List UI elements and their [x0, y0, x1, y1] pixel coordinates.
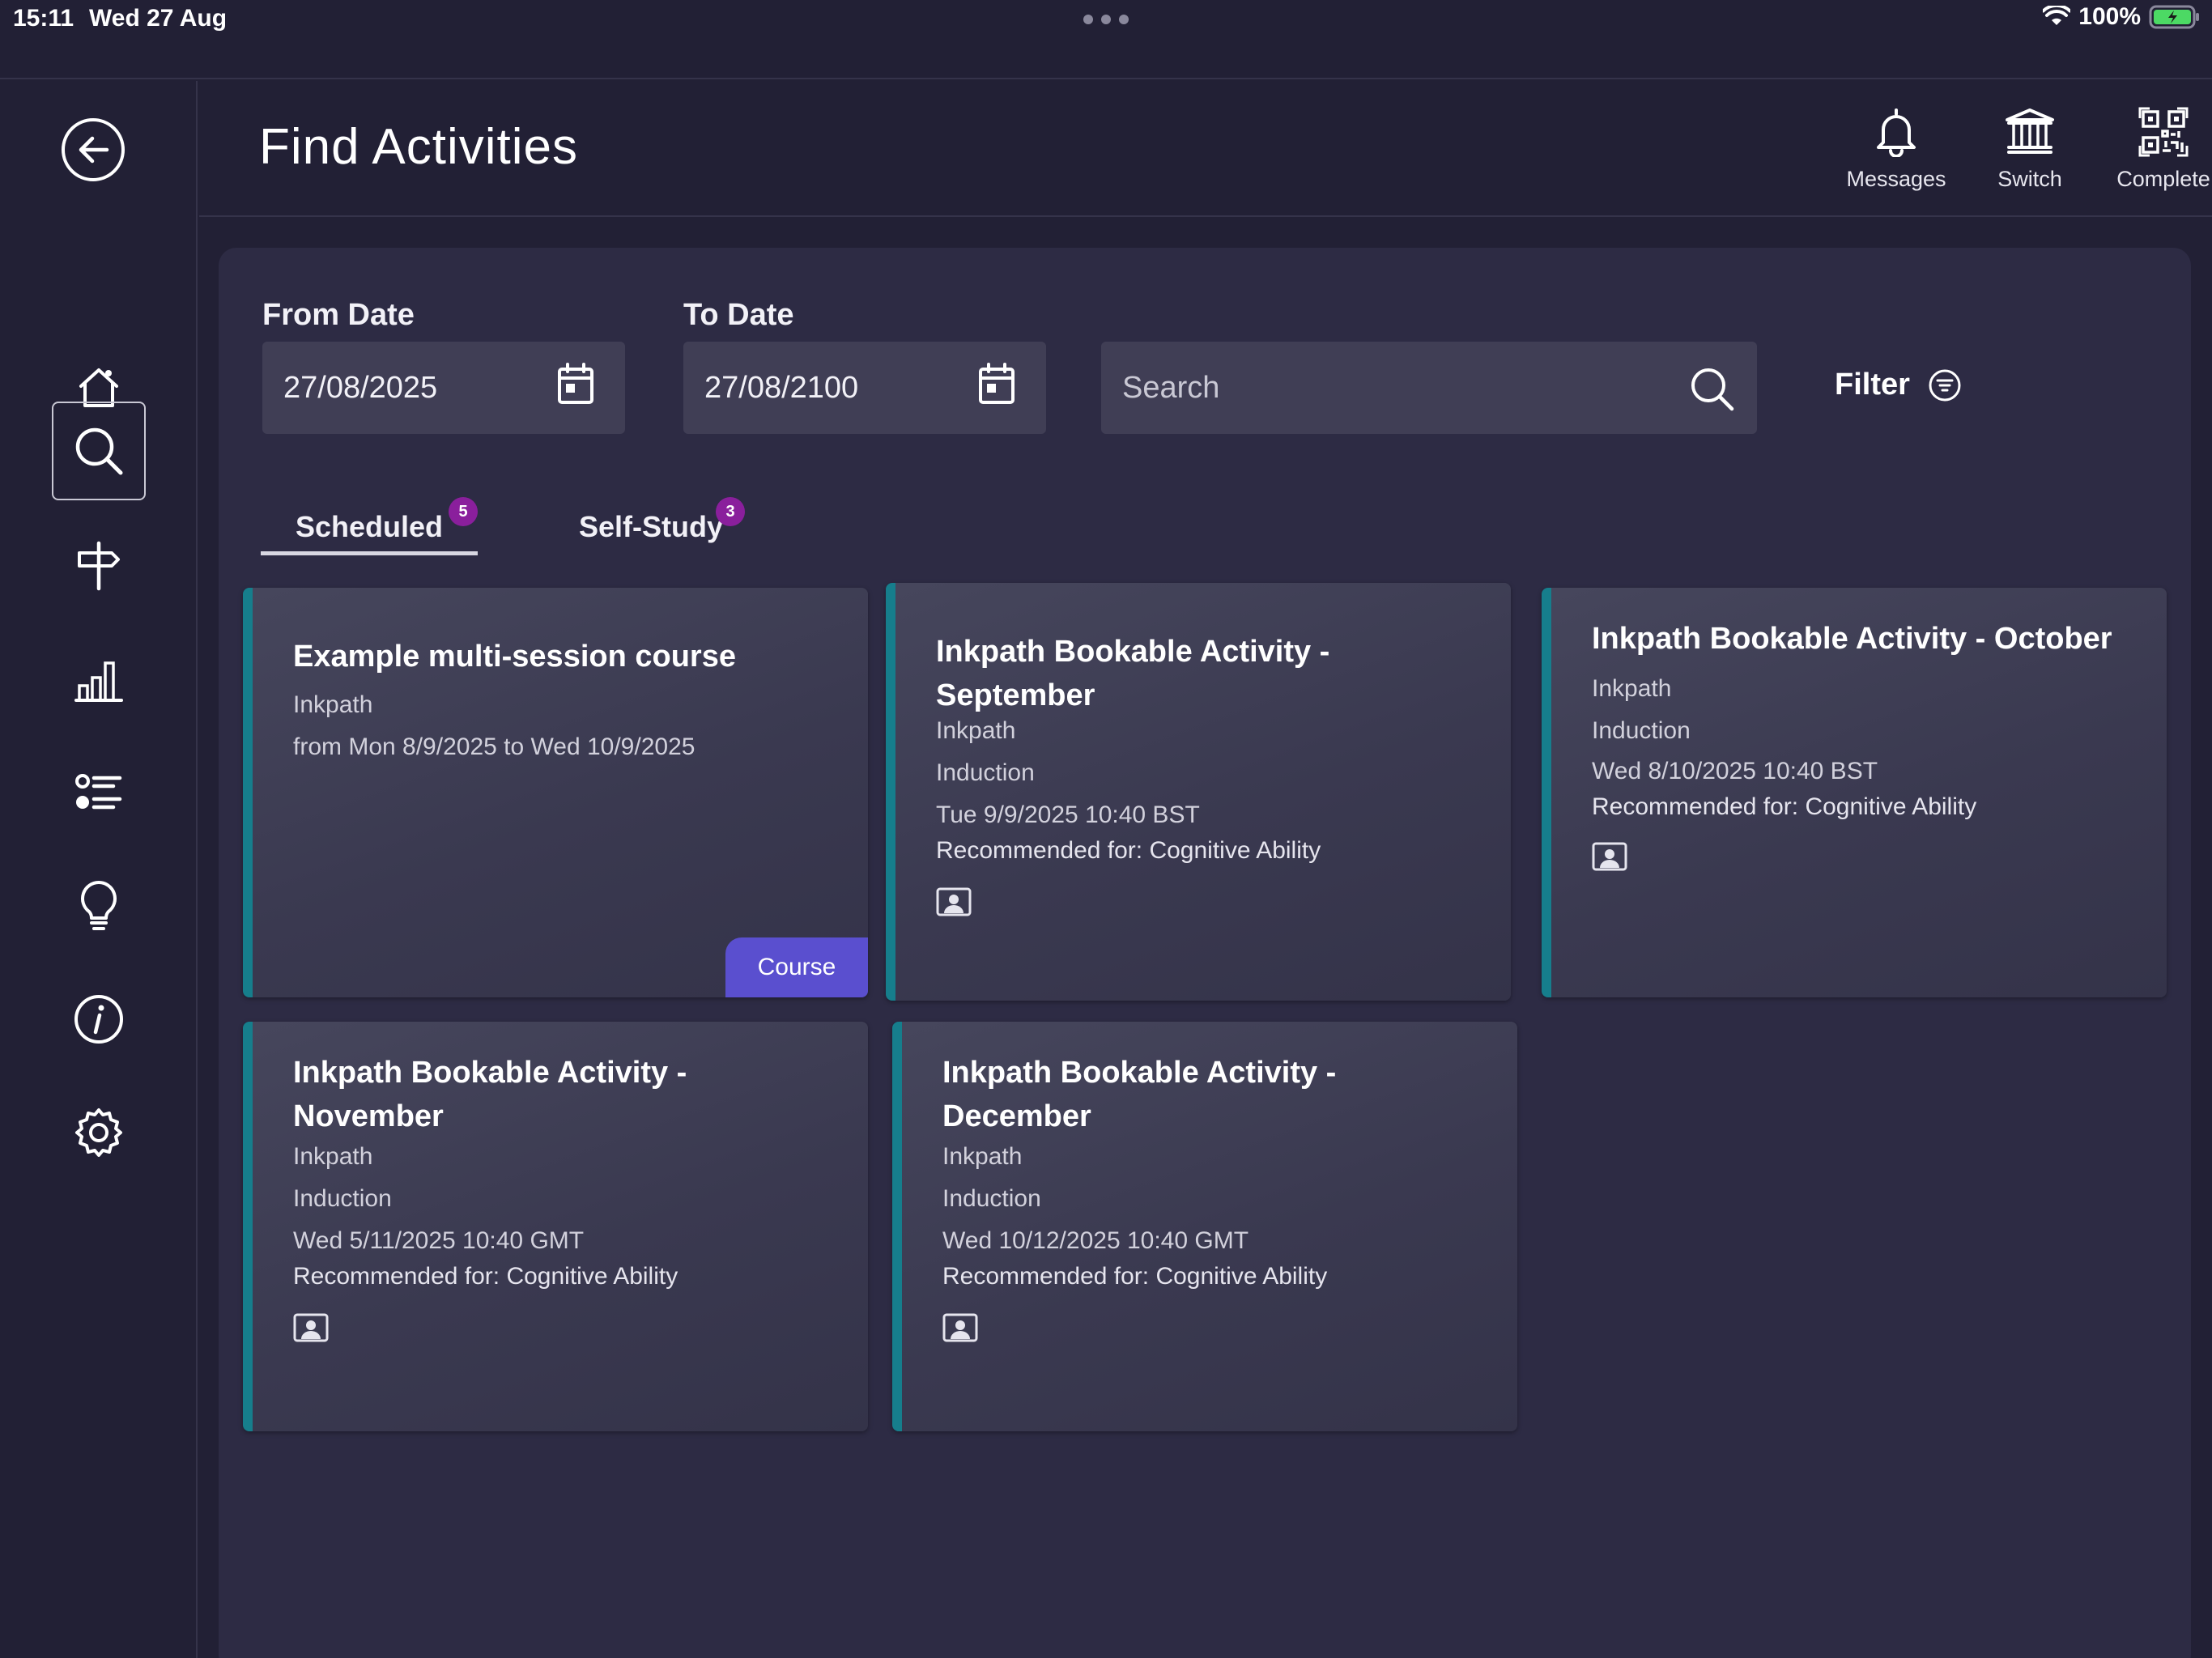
card-title: Inkpath Bookable Activity - October [1592, 622, 2112, 656]
card-dates: from Mon 8/9/2025 to Wed 10/9/2025 [293, 733, 696, 760]
bar-chart-icon [74, 661, 123, 702]
sidebar-item-ideas[interactable] [52, 857, 146, 955]
sidebar-item-settings[interactable] [52, 1083, 146, 1182]
scheduled-count-badge: 5 [449, 497, 478, 526]
activity-card[interactable]: Example multi-session course Inkpath fro… [243, 588, 868, 997]
card-category: Induction [293, 1185, 392, 1212]
activity-card[interactable]: Inkpath Bookable Activity - December Ink… [892, 1022, 1517, 1431]
filter-button[interactable]: Filter [1835, 368, 1962, 402]
calendar-icon[interactable] [557, 363, 594, 405]
card-recommended: Recommended for: Cognitive Ability [936, 837, 1321, 864]
in-person-icon [942, 1313, 978, 1342]
status-bar: 15:11 Wed 27 Aug 100% [0, 0, 2212, 79]
card-title: Example multi-session course [293, 640, 736, 674]
card-category: Induction [1592, 717, 1691, 744]
page-header: Find Activities Messages Switch Complete [199, 81, 2212, 217]
page-title: Find Activities [259, 119, 579, 175]
activity-card[interactable]: Inkpath Bookable Activity - September In… [886, 583, 1511, 1001]
tab-scheduled[interactable]: Scheduled 5 [261, 497, 478, 555]
wifi-icon [2043, 6, 2071, 25]
messages-label: Messages [1846, 167, 1946, 191]
sidebar-item-stats[interactable] [52, 630, 146, 729]
complete-label: Complete [2116, 167, 2210, 191]
to-date-input[interactable]: 27/08/2100 [683, 342, 1046, 434]
card-provider: Inkpath [1592, 675, 1672, 702]
back-arrow-icon [62, 118, 125, 181]
tab-self-study[interactable]: Self-Study 3 [546, 497, 756, 555]
status-date: Wed 27 Aug [89, 5, 228, 32]
card-category: Induction [942, 1185, 1041, 1212]
course-tag: Course [725, 937, 868, 997]
switch-button[interactable]: Switch [1961, 107, 2099, 192]
switch-label: Switch [1997, 167, 2062, 191]
card-datetime: Wed 5/11/2025 10:40 GMT [293, 1227, 585, 1254]
card-title: Inkpath Bookable Activity - November [293, 1056, 687, 1133]
self-study-count-badge: 3 [716, 497, 745, 526]
search-icon [75, 427, 123, 475]
bell-icon [1877, 108, 1916, 157]
tab-self-study-label: Self-Study [578, 510, 723, 543]
activity-card[interactable]: Inkpath Bookable Activity - November Ink… [243, 1022, 868, 1431]
complete-button[interactable]: Complete [2095, 107, 2212, 192]
to-date-label: To Date [683, 298, 794, 332]
card-datetime: Tue 9/9/2025 10:40 BST [936, 801, 1200, 828]
card-provider: Inkpath [293, 691, 373, 718]
battery-percent: 100% [2078, 3, 2141, 30]
sidebar-item-list[interactable] [52, 743, 146, 842]
filter-label: Filter [1835, 368, 1910, 402]
list-icon [75, 774, 122, 810]
signpost-icon [78, 541, 120, 591]
sidebar [0, 81, 198, 1658]
card-datetime: Wed 10/12/2025 10:40 GMT [942, 1227, 1249, 1254]
card-title: Inkpath Bookable Activity - September [936, 635, 1330, 712]
gear-icon [75, 1108, 122, 1157]
activities-panel: From Date 27/08/2025 To Date 27/08/2100 … [219, 248, 2191, 1658]
info-icon [74, 995, 123, 1044]
search-icon[interactable] [1689, 366, 1734, 411]
card-provider: Inkpath [293, 1143, 373, 1170]
tab-scheduled-label: Scheduled [295, 510, 444, 543]
sidebar-item-info[interactable] [52, 970, 146, 1069]
battery-icon [2149, 5, 2199, 29]
search-input[interactable]: Search [1101, 342, 1757, 434]
from-date-input[interactable]: 27/08/2025 [262, 342, 625, 434]
from-date-label: From Date [262, 298, 415, 332]
qr-code-icon [2138, 107, 2189, 157]
card-recommended: Recommended for: Cognitive Ability [1592, 793, 1977, 820]
institution-icon [2006, 108, 2054, 154]
in-person-icon [936, 887, 972, 916]
activity-card[interactable]: Inkpath Bookable Activity - October Inkp… [1542, 588, 2167, 997]
in-person-icon [293, 1313, 329, 1342]
calendar-icon[interactable] [978, 363, 1015, 405]
card-provider: Inkpath [936, 717, 1016, 744]
status-right: 100% [2043, 3, 2201, 31]
in-person-icon [1592, 842, 1627, 871]
lightbulb-icon [81, 881, 117, 930]
filter-icon [1929, 369, 1961, 401]
sidebar-item-signpost[interactable] [52, 517, 146, 615]
messages-button[interactable]: Messages [1827, 107, 1965, 192]
card-category: Induction [936, 759, 1035, 786]
card-recommended: Recommended for: Cognitive Ability [293, 1263, 678, 1290]
multitask-dots-icon[interactable] [1083, 15, 1129, 24]
status-time: 15:11 [13, 5, 74, 32]
card-title: Inkpath Bookable Activity - December [942, 1056, 1337, 1133]
card-datetime: Wed 8/10/2025 10:40 BST [1592, 758, 1878, 784]
back-button[interactable] [60, 117, 126, 183]
search-placeholder: Search [1122, 370, 1220, 405]
sidebar-item-search[interactable] [52, 402, 146, 500]
card-provider: Inkpath [942, 1143, 1023, 1170]
card-recommended: Recommended for: Cognitive Ability [942, 1263, 1328, 1290]
